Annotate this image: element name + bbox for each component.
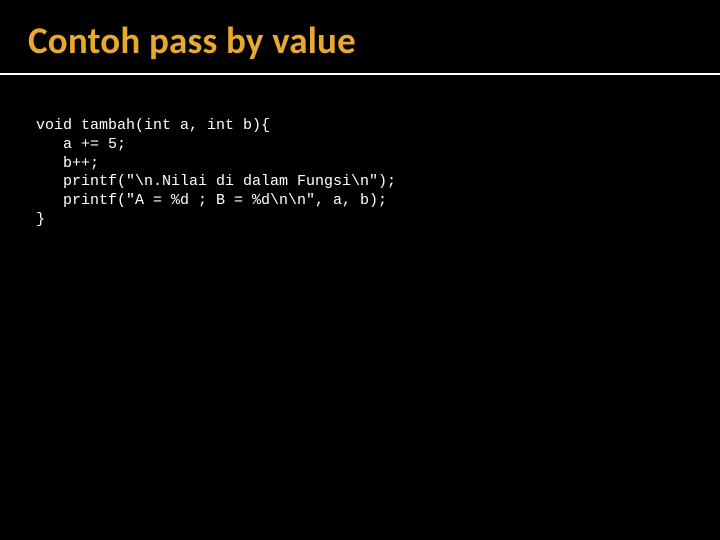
code-line: b++; [36, 155, 99, 172]
code-line: a += 5; [36, 136, 126, 153]
code-block: void tambah(int a, int b){ a += 5; b++; … [0, 83, 720, 230]
code-line: } [36, 211, 45, 228]
title-underline [0, 73, 720, 75]
title-region: Contoh pass by value [0, 0, 720, 63]
code-line: void tambah(int a, int b){ [36, 117, 270, 134]
slide-title: Contoh pass by value [28, 18, 720, 63]
code-line: printf("\n.Nilai di dalam Fungsi\n"); [36, 173, 396, 190]
code-line: printf("A = %d ; B = %d\n\n", a, b); [36, 192, 387, 209]
slide: Contoh pass by value void tambah(int a, … [0, 0, 720, 540]
